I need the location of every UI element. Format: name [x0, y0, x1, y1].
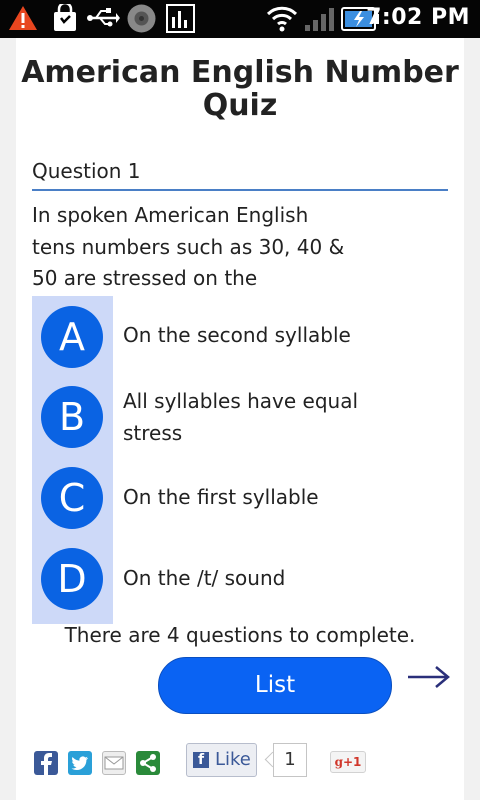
status-bar: 7:02 PM	[0, 0, 480, 38]
email-icon[interactable]	[102, 751, 126, 775]
answer-text-d[interactable]: On the /t/ sound	[123, 562, 383, 594]
question-header: Question 1	[32, 159, 448, 191]
answer-option-c[interactable]: C On the first syllable	[32, 467, 452, 529]
answer-letter-a[interactable]: A	[41, 306, 103, 368]
arrow-right-icon[interactable]	[407, 664, 451, 690]
facebook-like-button[interactable]: f Like	[186, 743, 257, 777]
wifi-icon	[266, 6, 298, 32]
answer-letter-b[interactable]: B	[41, 386, 103, 448]
page-content: American English Number Quiz Question 1 …	[16, 38, 464, 800]
signal-icon	[305, 8, 334, 31]
page-title: American English Number Quiz	[21, 55, 459, 123]
answer-text-a[interactable]: On the second syllable	[123, 319, 383, 351]
usb-icon	[87, 8, 120, 27]
shopping-bag-icon	[54, 4, 76, 31]
answer-option-b[interactable]: B All syllables have equal stress	[32, 386, 452, 452]
questions-remaining: There are 4 questions to complete.	[64, 623, 416, 647]
like-count: 1	[273, 743, 307, 777]
facebook-icon[interactable]	[34, 751, 58, 775]
answer-letter-c[interactable]: C	[41, 467, 103, 529]
question-text: In spoken American English tens numbers …	[32, 203, 351, 290]
google-plus-one-button[interactable]: g+1	[330, 751, 366, 773]
clock: 7:02 PM	[366, 5, 470, 30]
facebook-logo-icon: f	[193, 752, 209, 768]
answer-letter-d[interactable]: D	[41, 548, 103, 610]
answer-text-c[interactable]: On the first syllable	[123, 481, 383, 513]
warning-icon	[9, 6, 37, 30]
share-icon[interactable]	[136, 751, 160, 775]
chart-icon	[166, 4, 195, 33]
media-icon	[127, 4, 156, 33]
list-button[interactable]: List	[158, 657, 392, 714]
answer-option-a[interactable]: A On the second syllable	[32, 306, 452, 368]
plus-one-label: +1	[342, 755, 362, 769]
answer-text-b[interactable]: All syllables have equal stress	[123, 385, 383, 449]
answer-option-d[interactable]: D On the /t/ sound	[32, 548, 452, 610]
like-label: Like	[215, 749, 251, 770]
google-plus-icon: g	[334, 755, 343, 769]
twitter-icon[interactable]	[68, 751, 92, 775]
